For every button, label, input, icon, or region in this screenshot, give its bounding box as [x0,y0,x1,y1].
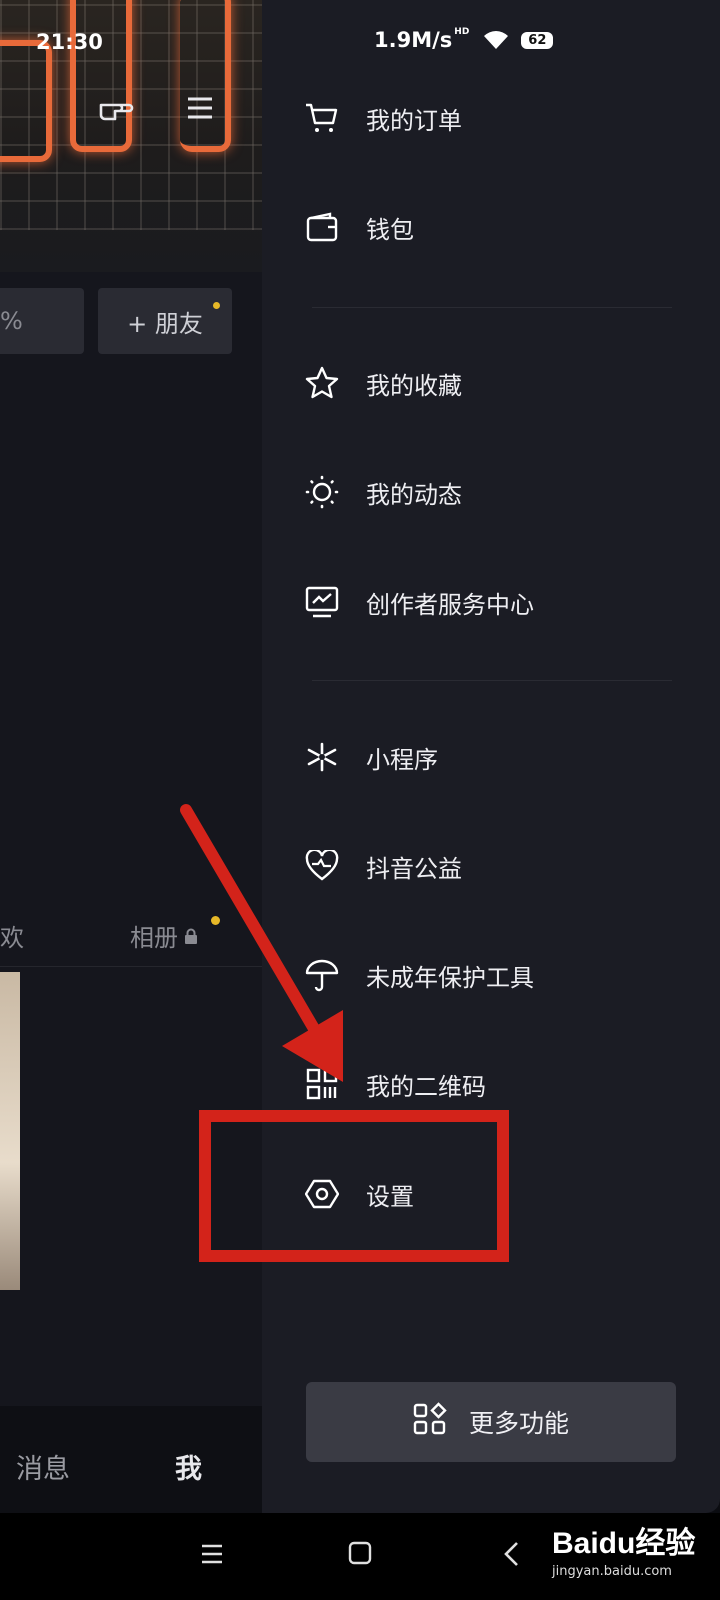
recent-apps-icon[interactable] [200,1543,224,1565]
home-icon[interactable] [348,1541,372,1565]
annotation-highlight-box [199,1110,509,1262]
watermark-url: jingyan.baidu.com [552,1564,672,1579]
watermark-brand: Baidu经验 [552,1527,696,1560]
baidu-jingyan-watermark: Baidu经验 jingyan.baidu.com [552,1518,712,1590]
back-icon[interactable] [502,1541,520,1567]
annotation-arrow [180,804,343,1082]
